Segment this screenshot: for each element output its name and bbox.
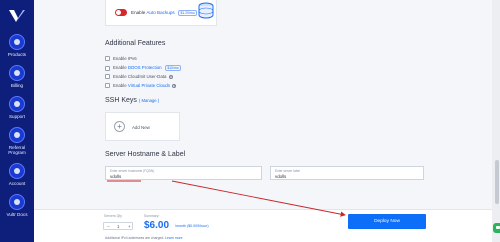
hostname-input[interactable]: vdolls bbox=[110, 174, 121, 179]
products-icon bbox=[9, 34, 25, 50]
ipv4-charge-note: Additional IPv4 addresses are charged. L… bbox=[105, 236, 182, 240]
ddos-link[interactable]: DDOS Protection bbox=[128, 65, 162, 70]
add-ssh-key-card[interactable]: + Add New bbox=[105, 112, 180, 141]
server-label-field-label: Enter server label bbox=[275, 169, 300, 173]
sidebar-item-docs[interactable]: Vultr Docs bbox=[0, 194, 34, 217]
server-label-input[interactable]: vdolls bbox=[275, 174, 286, 179]
feature-ipv6[interactable]: Enable IPv6 bbox=[105, 56, 137, 62]
help-icon[interactable]: ? bbox=[172, 83, 177, 88]
sidebar-item-label: Referral Program bbox=[8, 145, 26, 155]
main-content: Enable Auto Backups $1.20/mo Additional … bbox=[34, 0, 492, 209]
sidebar-item-account[interactable]: Account bbox=[0, 163, 34, 186]
page-scrollbar[interactable] bbox=[492, 0, 500, 242]
ssh-keys-title-text: SSH Keys bbox=[105, 97, 137, 104]
sidebar-item-products[interactable]: Products bbox=[0, 34, 34, 57]
docs-icon bbox=[9, 194, 25, 210]
auto-backup-card: Enable Auto Backups $1.20/mo bbox=[105, 0, 217, 26]
account-icon bbox=[9, 163, 25, 179]
qty-decrement-button[interactable]: − bbox=[107, 224, 110, 229]
sidebar-item-label: Vultr Docs bbox=[6, 212, 28, 217]
server-label-field[interactable]: Enter server label vdolls bbox=[270, 166, 424, 180]
sidebar-item-label: Billing bbox=[10, 83, 24, 88]
ddos-price-badge: $10/mo bbox=[164, 65, 182, 71]
hostname-section-title: Server Hostname & Label bbox=[105, 151, 186, 158]
referral-icon bbox=[9, 127, 25, 143]
learn-more-link[interactable]: Learn more bbox=[165, 236, 182, 240]
feature-ddos[interactable]: Enable DDOS Protection $10/mo bbox=[105, 65, 182, 71]
billing-icon bbox=[9, 65, 25, 81]
feature-label: Enable IPv6 bbox=[113, 56, 137, 61]
feature-label: Enable bbox=[113, 83, 128, 88]
sidebar-item-billing[interactable]: Billing bbox=[0, 65, 34, 88]
auto-backup-label: Enable Auto Backups $1.20/mo bbox=[131, 10, 198, 16]
sidebar-item-label: Support bbox=[8, 114, 26, 119]
feature-vpc[interactable]: Enable Virtual Private Clouds ? bbox=[105, 83, 177, 89]
auto-backup-prefix: Enable bbox=[131, 10, 147, 16]
backup-disk-icon bbox=[198, 2, 214, 19]
scrollbar-thumb[interactable] bbox=[495, 160, 499, 204]
ipv6-checkbox[interactable] bbox=[105, 56, 110, 62]
qty-value: 1 bbox=[117, 224, 120, 229]
sidebar-item-label: Account bbox=[8, 181, 26, 186]
feature-label: Enable bbox=[113, 65, 128, 71]
servers-qty-stepper[interactable]: − 1 + bbox=[103, 222, 133, 230]
cloudinit-checkbox[interactable] bbox=[105, 74, 110, 80]
hostname-field-label: Enter server hostname (FQDN) bbox=[110, 169, 155, 173]
sidebar: Products Billing Support Referral Progra… bbox=[0, 0, 34, 242]
qty-increment-button[interactable]: + bbox=[128, 224, 131, 229]
sidebar-item-support[interactable]: Support bbox=[0, 96, 34, 119]
ipv4-note-text: Additional IPv4 addresses are charged. bbox=[105, 236, 166, 240]
feature-label: Enable CloudInit User-Data bbox=[113, 74, 167, 79]
feature-cloudinit[interactable]: Enable CloudInit User-Data ? bbox=[105, 74, 173, 80]
add-icon: + bbox=[114, 121, 125, 132]
add-ssh-key-label: Add New bbox=[132, 125, 150, 130]
ssh-keys-title: SSH Keys( Manage ) bbox=[105, 97, 159, 104]
help-icon[interactable]: ? bbox=[168, 74, 173, 79]
auto-backup-price-badge: $1.20/mo bbox=[177, 10, 198, 16]
summary-label: Summary: bbox=[144, 214, 160, 218]
auto-backup-toggle[interactable] bbox=[115, 9, 127, 16]
price-total: $6.00 bbox=[144, 220, 170, 231]
vpc-checkbox[interactable] bbox=[105, 83, 110, 89]
servers-qty-label: Servers Qty bbox=[104, 214, 122, 218]
hostname-field[interactable]: Enter server hostname (FQDN) vdolls bbox=[105, 166, 262, 180]
additional-features-title: Additional Features bbox=[105, 40, 166, 47]
vpc-link[interactable]: Virtual Private Clouds bbox=[128, 83, 170, 88]
deploy-now-button[interactable]: Deploy Now bbox=[348, 214, 426, 229]
support-icon bbox=[9, 96, 25, 112]
deploy-footer: Servers Qty − 1 + Summary: $6.00 /month … bbox=[34, 209, 500, 242]
chat-icon[interactable] bbox=[493, 223, 500, 233]
manage-ssh-keys-link[interactable]: ( Manage ) bbox=[139, 98, 159, 103]
price-unit: /month ($0.009/hour) bbox=[175, 224, 209, 228]
sidebar-item-label: Products bbox=[7, 52, 27, 57]
sidebar-item-referral[interactable]: Referral Program bbox=[0, 127, 34, 155]
ddos-checkbox[interactable] bbox=[105, 65, 110, 71]
vultr-logo[interactable] bbox=[9, 10, 25, 24]
auto-backup-link[interactable]: Auto Backups bbox=[146, 10, 174, 15]
